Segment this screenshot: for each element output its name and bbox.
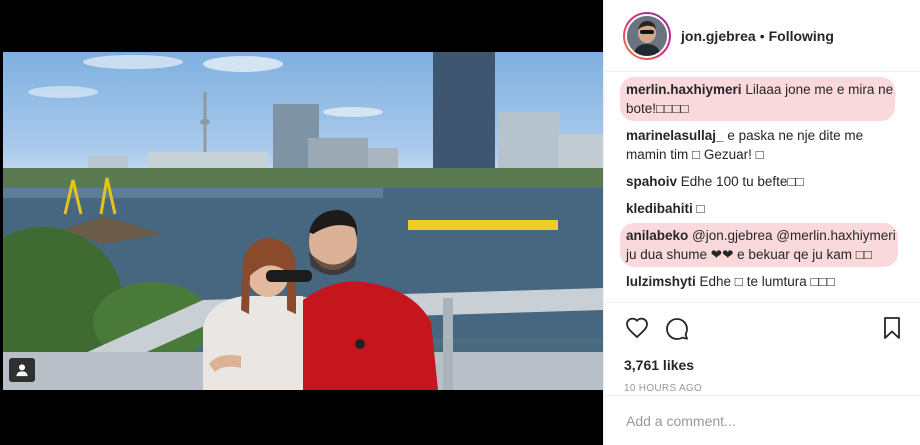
like-count[interactable]: 3,761 likes [624, 357, 905, 373]
following-button[interactable]: Following [769, 28, 834, 44]
save-button[interactable] [879, 315, 905, 341]
post-header: jon.gjebrea • Following [604, 0, 920, 72]
comment-item: merlin.haxhiymeri Lilaaa jone me e mira … [620, 77, 901, 121]
comment-text: □ [696, 201, 705, 216]
comment-item: spahoiv Edhe 100 tu befte□□ [626, 172, 901, 191]
post-actions: 3,761 likes 10 HOURS AGO [604, 302, 920, 394]
avatar-image [627, 15, 667, 56]
heart-icon [626, 317, 648, 339]
photo-scene [3, 52, 603, 390]
header-separator: • [759, 27, 765, 44]
post-modal: jon.gjebrea • Following merlin.haxhiymer… [0, 0, 920, 445]
comment-item: marinelasullaj_ e paska ne nje dite me m… [626, 126, 901, 164]
comment-username[interactable]: anilabeko [626, 228, 688, 243]
action-icons [624, 315, 905, 341]
comment-username[interactable]: kledibahiti [626, 201, 693, 216]
bookmark-icon [884, 317, 900, 339]
like-button[interactable] [624, 315, 650, 341]
person-icon [16, 364, 28, 377]
post-timestamp[interactable]: 10 HOURS AGO [624, 383, 905, 394]
comment-text: Edhe 100 tu befte□□ [680, 174, 804, 189]
comment-username[interactable]: marinelasullaj_ [626, 128, 724, 143]
comment-text: Edhe □ te lumtura □□□ [699, 274, 835, 289]
comment-input[interactable] [626, 412, 906, 429]
comment-item: anilabeko @jon.gjebrea @merlin.haxhiymer… [620, 223, 901, 267]
avatar-ring[interactable] [623, 11, 671, 60]
user-tag-button[interactable] [9, 358, 35, 382]
add-comment-bar [604, 395, 920, 445]
comment-item: lulzimshyti Edhe □ te lumtura □□□ [626, 272, 901, 291]
media-area [0, 0, 603, 445]
avatar [625, 13, 669, 58]
comment-button[interactable] [664, 315, 690, 341]
comment-username[interactable]: spahoiv [626, 174, 677, 189]
comment-username[interactable]: merlin.haxhiymeri [626, 82, 742, 97]
comment-icon [666, 318, 688, 340]
post-photo[interactable] [3, 52, 603, 390]
comment-item: kledibahiti □ [626, 199, 901, 218]
header-text: jon.gjebrea • Following [681, 28, 834, 44]
comments-list[interactable]: merlin.haxhiymeri Lilaaa jone me e mira … [604, 72, 920, 302]
header-username[interactable]: jon.gjebrea [681, 28, 756, 44]
post-side-panel: jon.gjebrea • Following merlin.haxhiymer… [603, 0, 920, 445]
comment-username[interactable]: lulzimshyti [626, 274, 696, 289]
